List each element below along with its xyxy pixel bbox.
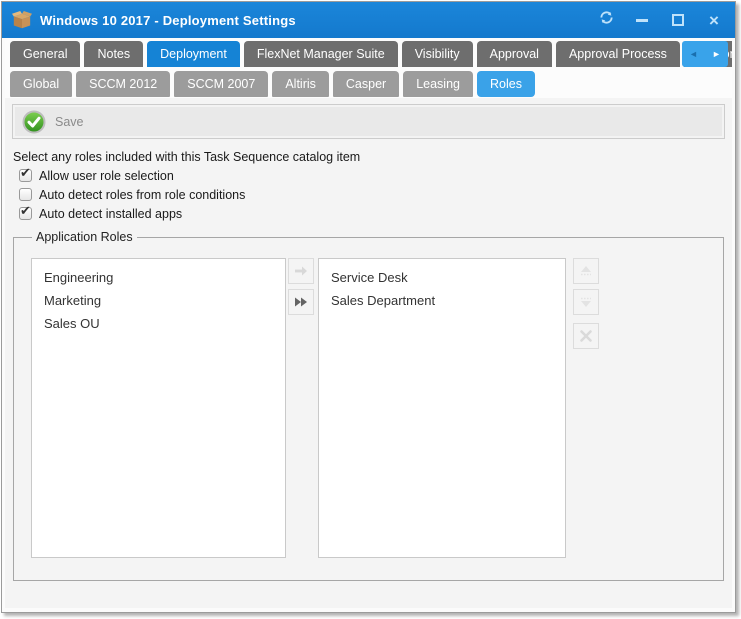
subtab-casper[interactable]: Casper xyxy=(333,71,399,97)
save-button[interactable]: Save xyxy=(22,110,84,134)
available-role-sales-ou[interactable]: Sales OU xyxy=(32,312,285,335)
move-down-button[interactable] xyxy=(573,289,599,315)
selected-role-sales-department[interactable]: Sales Department xyxy=(319,289,565,312)
delete-x-icon xyxy=(578,328,594,344)
checkbox-icon[interactable] xyxy=(19,188,32,201)
refresh-icon[interactable] xyxy=(595,9,617,31)
subtab-sccm-2007[interactable]: SCCM 2007 xyxy=(174,71,268,97)
checkbox-label: Allow user role selection xyxy=(39,169,174,183)
checkbox-list: ✔ Allow user role selection Auto detect … xyxy=(19,166,732,223)
subtab-sccm-2012[interactable]: SCCM 2012 xyxy=(76,71,170,97)
subtab-global[interactable]: Global xyxy=(10,71,72,97)
tab-approval-process[interactable]: Approval Process xyxy=(556,41,680,67)
move-all-right-button[interactable] xyxy=(288,289,314,315)
client-area: ◄ ► GeneralNotesDeploymentFlexNet Manage… xyxy=(5,38,732,608)
move-up-button[interactable] xyxy=(573,258,599,284)
tab-general[interactable]: General xyxy=(10,41,80,67)
tabs-area: ◄ ► GeneralNotesDeploymentFlexNet Manage… xyxy=(5,38,732,98)
subtab-leasing[interactable]: Leasing xyxy=(403,71,473,97)
titlebar: Windows 10 2017 - Deployment Settings × xyxy=(2,2,735,38)
checkbox-label: Auto detect installed apps xyxy=(39,207,182,221)
available-role-engineering[interactable]: Engineering xyxy=(32,266,285,289)
available-role-marketing[interactable]: Marketing xyxy=(32,289,285,312)
tab-flexnet-manager-suite[interactable]: FlexNet Manager Suite xyxy=(244,41,398,67)
checkbox-icon[interactable]: ✔ xyxy=(19,207,32,220)
available-roles-list[interactable]: EngineeringMarketingSales OU xyxy=(31,258,286,558)
save-button-label: Save xyxy=(55,115,84,129)
instruction-text: Select any roles included with this Task… xyxy=(13,150,732,164)
tab-scroll-control: ◄ ► xyxy=(682,41,728,67)
tab-visibility[interactable]: Visibility xyxy=(402,41,473,67)
minimize-button[interactable] xyxy=(631,9,653,31)
groupbox-title: Application Roles xyxy=(32,230,137,244)
main-tab-row: ◄ ► GeneralNotesDeploymentFlexNet Manage… xyxy=(10,41,732,68)
maximize-button[interactable] xyxy=(667,9,689,31)
package-box-icon xyxy=(12,11,32,29)
checkbox-icon[interactable]: ✔ xyxy=(19,169,32,182)
selected-roles-list[interactable]: Service DeskSales Department xyxy=(318,258,566,558)
checkbox-row-auto-detect-roles-from-role-conditions[interactable]: Auto detect roles from role conditions xyxy=(19,185,732,204)
checkbox-label: Auto detect roles from role conditions xyxy=(39,188,245,202)
deployment-settings-window: Windows 10 2017 - Deployment Settings × xyxy=(1,1,736,613)
move-right-button[interactable] xyxy=(288,258,314,284)
checkbox-row-allow-user-role-selection[interactable]: ✔ Allow user role selection xyxy=(19,166,732,185)
arrow-right-icon xyxy=(293,263,309,279)
arrow-down-icon xyxy=(578,294,594,310)
tab-notes[interactable]: Notes xyxy=(84,41,143,67)
application-roles-groupbox: Application Roles EngineeringMarketingSa… xyxy=(13,230,724,581)
sub-tab-row: GlobalSCCM 2012SCCM 2007AltirisCasperLea… xyxy=(10,71,732,98)
arrow-up-icon xyxy=(578,263,594,279)
tab-deployment[interactable]: Deployment xyxy=(147,41,240,67)
toolbar: Save xyxy=(12,104,725,139)
window-title: Windows 10 2017 - Deployment Settings xyxy=(40,13,595,28)
tab-scroll-right-icon[interactable]: ► xyxy=(712,50,721,59)
checkbox-row-auto-detect-installed-apps[interactable]: ✔ Auto detect installed apps xyxy=(19,204,732,223)
save-check-icon xyxy=(22,110,46,134)
tab-scroll-left-icon[interactable]: ◄ xyxy=(689,50,698,59)
subtab-roles[interactable]: Roles xyxy=(477,71,535,97)
subtab-altiris[interactable]: Altiris xyxy=(272,71,329,97)
delete-button[interactable] xyxy=(573,323,599,349)
order-buttons xyxy=(573,258,599,558)
move-buttons xyxy=(288,258,314,558)
close-button[interactable]: × xyxy=(703,9,725,31)
tab-approval[interactable]: Approval xyxy=(477,41,552,67)
selected-role-service-desk[interactable]: Service Desk xyxy=(319,266,565,289)
double-arrow-right-icon xyxy=(293,294,309,310)
